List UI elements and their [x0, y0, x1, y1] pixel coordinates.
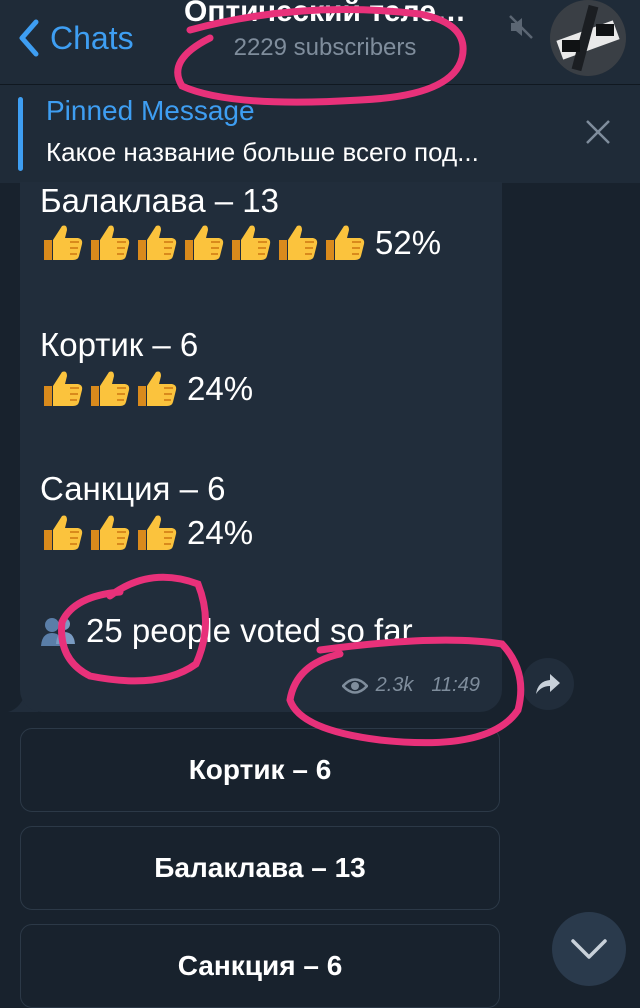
thumbs-up-icon	[40, 222, 87, 264]
thumbs-up-icon	[40, 368, 87, 410]
thumbs-up-icon	[181, 222, 228, 264]
back-button[interactable]: Chats	[16, 14, 134, 62]
subscriber-count: 2229 subscribers	[233, 34, 417, 61]
pinned-title: Pinned Message	[46, 95, 255, 126]
chevron-left-icon	[19, 19, 39, 57]
option-label: Кортик – 6	[40, 326, 199, 363]
people-icon	[41, 618, 75, 646]
option-percent: 24%	[187, 370, 254, 407]
thumbs-up-icon	[275, 222, 322, 264]
option-thumbs-row: 24%	[40, 368, 253, 410]
back-label: Chats	[50, 19, 134, 56]
voters-text: 25 people voted so far.	[86, 612, 420, 649]
thumbs-up-icon	[322, 222, 369, 264]
thumbs-up-icon	[134, 368, 181, 410]
option-label: Санкция – 6	[40, 470, 226, 507]
share-button[interactable]	[522, 658, 574, 710]
message-bubble: Балаклава – 13 52% Кортик – 6 24% Санкци…	[20, 182, 502, 712]
thumbs-up-icon	[40, 512, 87, 554]
pinned-accent-bar	[18, 97, 23, 171]
option-thumbs-row: 24%	[40, 512, 253, 554]
pinned-text: Какое название больше всего под...	[46, 137, 479, 167]
message-time: 11:49	[431, 674, 480, 696]
channel-info[interactable]: Оптический теле… 2229 subscribers	[150, 0, 500, 62]
thumbs-up-icon	[134, 222, 181, 264]
scroll-to-bottom-button[interactable]	[552, 912, 626, 986]
option-percent: 24%	[187, 514, 254, 551]
vote-button-balaklava[interactable]: Балаклава – 13	[20, 826, 500, 910]
muted-speaker-icon	[509, 15, 533, 39]
chevron-down-icon	[571, 939, 607, 959]
eye-icon	[341, 677, 368, 694]
vote-button-sanktsiya[interactable]: Санкция – 6	[20, 924, 500, 1008]
thumbs-up-icon	[228, 222, 275, 264]
chat-header: Chats Оптический теле… 2229 subscribers	[0, 0, 640, 84]
channel-title: Оптический теле…	[184, 0, 466, 28]
share-arrow-icon	[536, 674, 560, 694]
thumbs-up-icons	[40, 368, 181, 410]
thumbs-up-icon	[87, 368, 134, 410]
thumbs-up-icon	[87, 222, 134, 264]
thumbs-up-icons	[40, 512, 181, 554]
vote-button-kortik[interactable]: Кортик – 6	[20, 728, 500, 812]
close-icon[interactable]	[584, 118, 612, 146]
option-percent: 52%	[375, 224, 442, 261]
channel-avatar[interactable]	[550, 0, 626, 76]
option-thumbs-row: 52%	[40, 222, 441, 264]
thumbs-up-icon	[87, 512, 134, 554]
pinned-message-bar[interactable]: Pinned Message Какое название больше все…	[0, 84, 640, 183]
voters-line: 25 people voted so far.	[40, 612, 420, 650]
view-count: 2.3k	[375, 674, 414, 696]
option-label: Балаклава – 13	[40, 182, 279, 219]
thumbs-up-icons	[40, 222, 369, 264]
thumbs-up-icon	[134, 512, 181, 554]
message-meta: 2.3k 11:49	[341, 674, 480, 697]
